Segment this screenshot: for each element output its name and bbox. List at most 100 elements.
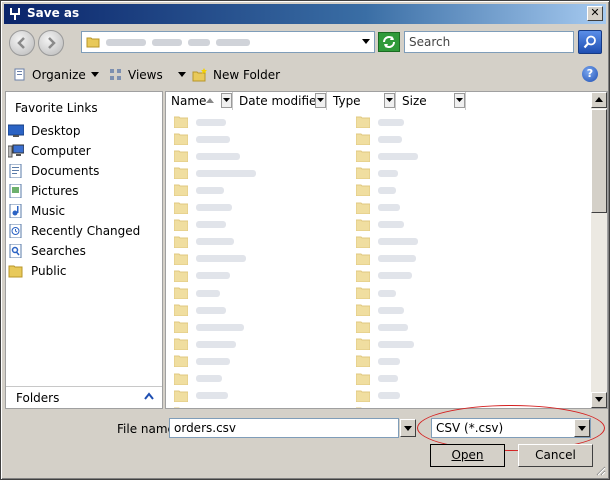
recent-icon <box>9 224 22 238</box>
column-header-size[interactable]: Size <box>397 92 466 110</box>
organize-menu[interactable]: Organize <box>13 66 99 84</box>
organize-icon <box>14 68 25 81</box>
sidebar-item-searches[interactable]: Searches <box>6 242 162 260</box>
sidebar-item-music[interactable]: Music <box>6 202 162 220</box>
file-item-blurred[interactable] <box>356 405 398 408</box>
file-name-blurred <box>378 221 404 229</box>
forward-button[interactable] <box>38 30 64 56</box>
file-list[interactable]: Name Date modified Type Size <box>165 91 608 409</box>
folder-icon <box>174 236 188 248</box>
folder-icon <box>356 355 370 368</box>
file-item-blurred[interactable] <box>356 285 396 301</box>
file-item-blurred[interactable] <box>356 182 396 198</box>
file-item-blurred[interactable] <box>356 388 400 404</box>
address-bar[interactable] <box>81 31 375 53</box>
chevron-down-icon[interactable] <box>362 39 370 45</box>
file-item-blurred[interactable] <box>174 217 226 233</box>
scroll-up-button[interactable] <box>591 92 607 108</box>
file-item-blurred[interactable] <box>174 148 240 164</box>
file-name-input[interactable] <box>169 418 399 438</box>
search-input[interactable] <box>404 31 574 53</box>
title-bar[interactable]: Save as ✕ <box>4 4 606 24</box>
folders-toggle[interactable]: Folders <box>6 386 162 408</box>
file-item-blurred[interactable] <box>174 131 230 147</box>
column-header-name[interactable]: Name <box>166 92 233 110</box>
sidebar-item-public[interactable]: Public <box>6 262 162 280</box>
sidebar-item-documents[interactable]: Documents <box>6 162 162 180</box>
file-item-blurred[interactable] <box>356 234 418 250</box>
file-item-blurred[interactable] <box>356 165 398 181</box>
sidebar-item-pictures[interactable]: Pictures <box>6 182 162 200</box>
column-header-date-modified[interactable]: Date modified <box>234 92 327 110</box>
file-item-blurred[interactable] <box>174 165 256 181</box>
sidebar-item-recently-changed[interactable]: Recently Changed <box>6 222 162 240</box>
column-header-type[interactable]: Type <box>328 92 396 110</box>
file-item-blurred[interactable] <box>174 234 234 250</box>
sidebar-item-desktop[interactable]: Desktop <box>6 122 162 140</box>
search-button[interactable] <box>578 30 602 54</box>
file-name-blurred <box>196 255 246 263</box>
documents-icon <box>9 164 22 178</box>
scrollbar-thumb[interactable] <box>591 109 607 213</box>
save-as-app-icon <box>10 8 20 20</box>
close-button[interactable]: ✕ <box>587 6 603 21</box>
file-item-blurred[interactable] <box>174 200 232 216</box>
file-item-blurred[interactable] <box>356 371 398 387</box>
file-item-blurred[interactable] <box>356 251 416 267</box>
file-item-blurred[interactable] <box>174 114 226 130</box>
file-item-blurred[interactable] <box>356 353 400 369</box>
column-filter-button[interactable] <box>315 93 326 108</box>
file-name-blurred <box>378 340 414 348</box>
file-name-dropdown-button[interactable] <box>400 419 416 437</box>
file-item-blurred[interactable] <box>356 114 404 130</box>
column-filter-button[interactable] <box>454 93 465 108</box>
file-item-blurred[interactable] <box>356 336 414 352</box>
file-name-blurred <box>378 152 418 160</box>
scroll-down-button[interactable] <box>591 392 607 408</box>
save-as-type-dropdown-button[interactable] <box>574 419 590 437</box>
file-item-blurred[interactable] <box>356 148 418 164</box>
views-menu[interactable]: Views <box>109 66 186 84</box>
file-item-blurred[interactable] <box>356 302 404 318</box>
favorite-links-heading: Favorite Links <box>15 101 98 115</box>
file-item-blurred[interactable] <box>174 251 246 267</box>
help-icon[interactable]: ? <box>582 66 598 82</box>
file-name-blurred <box>378 204 400 211</box>
file-item-blurred[interactable] <box>174 285 220 301</box>
file-item-blurred[interactable] <box>356 200 400 216</box>
sidebar-item-computer[interactable]: Computer <box>6 142 162 160</box>
file-item-blurred[interactable] <box>174 319 244 335</box>
file-item-blurred[interactable] <box>356 268 412 284</box>
cancel-button[interactable]: Cancel <box>518 444 593 467</box>
file-item-blurred[interactable] <box>174 371 222 387</box>
file-name-blurred <box>196 135 230 143</box>
column-filter-button[interactable] <box>384 93 395 108</box>
file-item-blurred[interactable] <box>356 319 408 335</box>
file-item-blurred[interactable] <box>174 182 224 198</box>
file-item-blurred[interactable] <box>174 353 230 369</box>
column-filter-button[interactable] <box>221 93 232 108</box>
save-as-type-select[interactable]: CSV (*.csv) <box>431 418 591 438</box>
vertical-scrollbar[interactable] <box>591 92 607 408</box>
file-name-blurred <box>196 186 224 194</box>
file-item-blurred[interactable] <box>174 405 224 408</box>
chevron-down-icon <box>317 98 324 102</box>
file-name-blurred <box>378 118 404 126</box>
views-icon <box>110 69 121 80</box>
back-button[interactable] <box>9 30 35 56</box>
new-folder-button[interactable]: New Folder <box>192 66 280 84</box>
file-item-blurred[interactable] <box>174 336 236 352</box>
refresh-button[interactable] <box>378 32 400 52</box>
file-item-blurred[interactable] <box>174 302 226 318</box>
file-item-blurred[interactable] <box>174 388 228 404</box>
chevron-up-icon <box>144 392 154 400</box>
resize-grip-icon[interactable] <box>594 464 606 476</box>
folder-icon <box>356 338 370 351</box>
file-item-blurred[interactable] <box>174 268 230 284</box>
folder-icon <box>174 133 188 146</box>
chevron-up-icon <box>595 97 603 102</box>
file-item-blurred[interactable] <box>356 217 404 233</box>
file-item-blurred[interactable] <box>356 131 402 147</box>
open-button[interactable]: Open <box>430 444 505 467</box>
folder-icon <box>174 270 188 282</box>
